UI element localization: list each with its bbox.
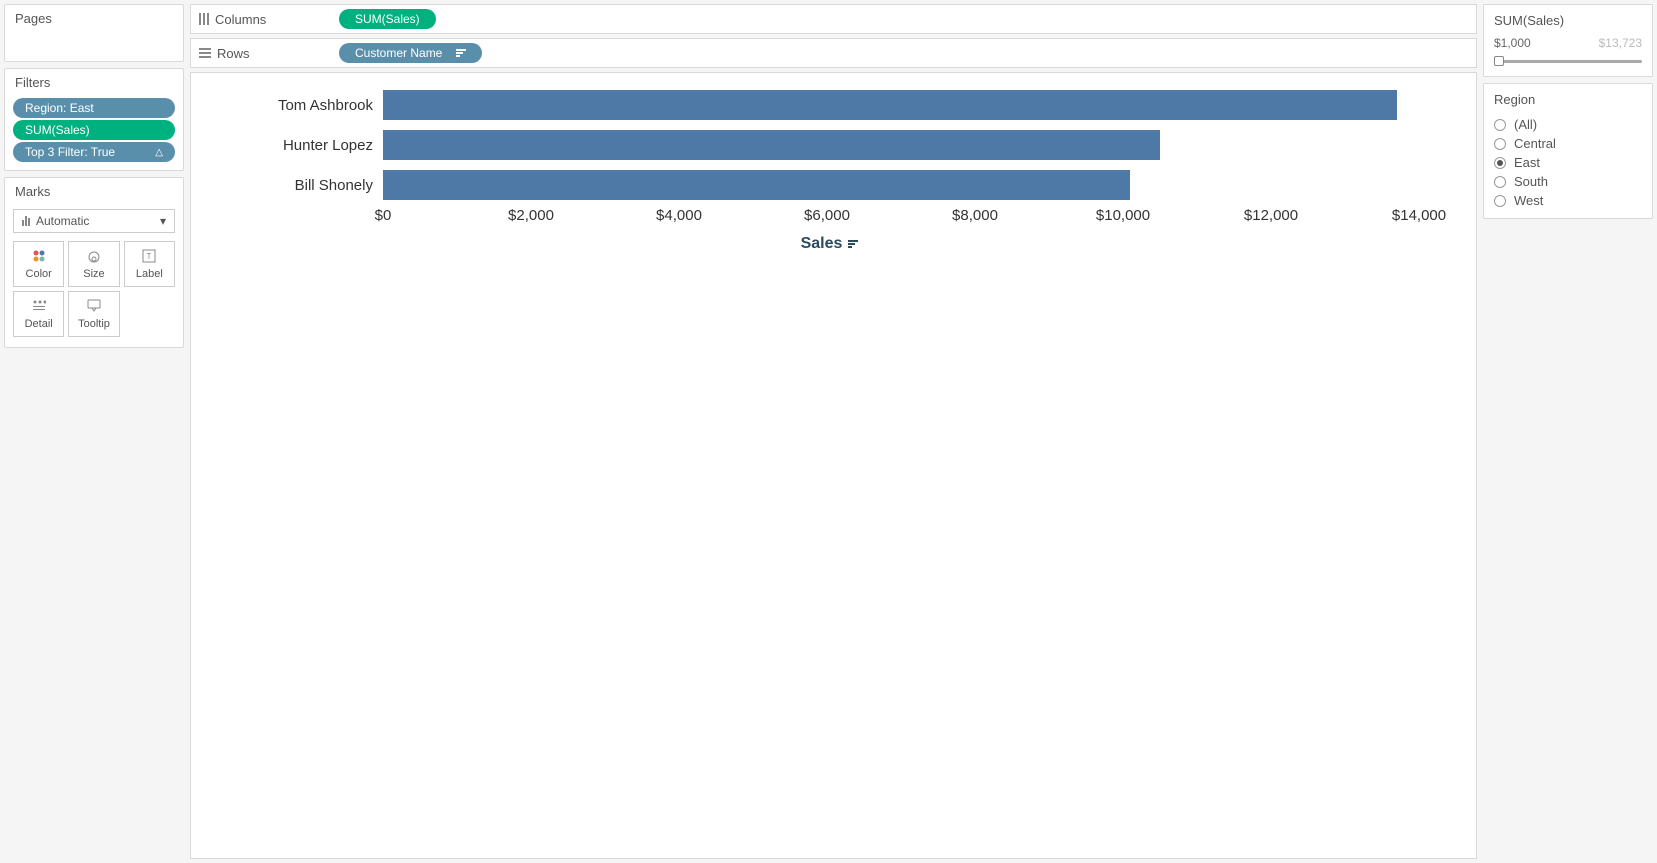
label-icon: T [142, 248, 156, 264]
warning-icon: △ [155, 147, 163, 158]
sum-sales-filter-card: SUM(Sales) $1,000 $13,723 [1483, 4, 1653, 77]
marks-type-label: Automatic [36, 214, 89, 228]
filters-title: Filters [5, 69, 183, 96]
bar-chart-icon [22, 216, 30, 226]
marks-title: Marks [5, 178, 183, 205]
shelf-pill-label: SUM(Sales) [355, 12, 420, 26]
sort-desc-icon [848, 240, 858, 248]
filter-pill-top3[interactable]: Top 3 Filter: True △ [13, 142, 175, 162]
filter-pill-label: Region: East [25, 101, 94, 115]
region-option[interactable]: Central [1494, 134, 1642, 153]
bar-category-label: Bill Shonely [203, 177, 383, 194]
marks-btn-label: Label [136, 268, 163, 280]
region-option-label: (All) [1514, 117, 1537, 132]
slider-handle[interactable] [1494, 56, 1504, 66]
filters-shelf[interactable]: Filters Region: East SUM(Sales) Top 3 Fi… [4, 68, 184, 171]
chart-bar[interactable] [383, 170, 1130, 200]
marks-card: Marks Automatic ▾ Color [4, 177, 184, 348]
axis-tick-label: $0 [375, 207, 392, 224]
marks-label-button[interactable]: T Label [124, 241, 175, 287]
visualization-area[interactable]: Tom Ashbrook Hunter Lopez Bill Shonely $0 $… [190, 72, 1477, 859]
sort-desc-icon [456, 49, 466, 57]
filter-pill-label: SUM(Sales) [25, 123, 90, 137]
axis-tick-label: $12,000 [1244, 207, 1298, 224]
axis-tick-label: $14,000 [1392, 207, 1446, 224]
region-option-label: West [1514, 193, 1543, 208]
marks-type-select[interactable]: Automatic ▾ [13, 209, 175, 233]
slider-max-value: $13,723 [1599, 36, 1642, 50]
detail-icon [32, 298, 46, 314]
region-option-label: Central [1514, 136, 1556, 151]
axis-tick-label: $2,000 [508, 207, 554, 224]
radio-icon [1494, 195, 1506, 207]
bar-category-label: Hunter Lopez [203, 137, 383, 154]
region-option-label: East [1514, 155, 1540, 170]
bar-category-label: Tom Ashbrook [203, 97, 383, 114]
marks-btn-label: Detail [25, 318, 53, 330]
columns-label: Columns [215, 12, 266, 27]
region-option[interactable]: (All) [1494, 115, 1642, 134]
axis-tick-label: $4,000 [656, 207, 702, 224]
chart-bar[interactable] [383, 90, 1397, 120]
tooltip-icon [87, 298, 101, 314]
rows-shelf[interactable]: Rows Customer Name [190, 38, 1477, 68]
region-option[interactable]: South [1494, 172, 1642, 191]
region-option[interactable]: West [1494, 191, 1642, 210]
region-option-label: South [1514, 174, 1548, 189]
marks-btn-label: Color [26, 268, 52, 280]
columns-pill-sum-sales[interactable]: SUM(Sales) [339, 9, 436, 29]
region-filter-card: Region (All) Central East South West [1483, 83, 1653, 219]
marks-btn-label: Tooltip [78, 318, 110, 330]
pages-shelf[interactable]: Pages [4, 4, 184, 62]
x-axis-title[interactable]: Sales [203, 235, 1456, 253]
marks-size-button[interactable]: Size [68, 241, 119, 287]
chart-row: Hunter Lopez [203, 125, 1456, 165]
region-option[interactable]: East [1494, 153, 1642, 172]
sum-sales-slider[interactable] [1494, 54, 1642, 68]
radio-icon [1494, 157, 1506, 169]
filter-pill-sum-sales[interactable]: SUM(Sales) [13, 120, 175, 140]
sum-sales-filter-title: SUM(Sales) [1494, 13, 1642, 28]
svg-text:T: T [147, 252, 152, 261]
axis-tick-label: $10,000 [1096, 207, 1150, 224]
region-filter-title: Region [1494, 92, 1642, 107]
filter-pill-label: Top 3 Filter: True [25, 145, 115, 159]
chart-bar[interactable] [383, 130, 1160, 160]
marks-detail-button[interactable]: Detail [13, 291, 64, 337]
marks-tooltip-button[interactable]: Tooltip [68, 291, 119, 337]
marks-color-button[interactable]: Color [13, 241, 64, 287]
slider-min-value: $1,000 [1494, 36, 1531, 50]
marks-btn-label: Size [83, 268, 104, 280]
rows-label: Rows [217, 46, 250, 61]
radio-icon [1494, 138, 1506, 150]
size-icon [86, 248, 102, 264]
rows-pill-customer-name[interactable]: Customer Name [339, 43, 482, 63]
radio-icon [1494, 176, 1506, 188]
axis-tick-label: $8,000 [952, 207, 998, 224]
rows-icon [199, 48, 211, 58]
dropdown-icon: ▾ [160, 214, 166, 228]
columns-icon [199, 13, 209, 25]
filter-pill-region[interactable]: Region: East [13, 98, 175, 118]
shelf-pill-label: Customer Name [355, 46, 442, 60]
pages-title: Pages [5, 5, 183, 32]
columns-shelf[interactable]: Columns SUM(Sales) [190, 4, 1477, 34]
x-axis: $0$2,000$4,000$6,000$8,000$10,000$12,000… [383, 207, 1456, 227]
axis-tick-label: $6,000 [804, 207, 850, 224]
chart-row: Bill Shonely [203, 165, 1456, 205]
radio-icon [1494, 119, 1506, 131]
chart-row: Tom Ashbrook [203, 85, 1456, 125]
color-icon [32, 248, 46, 264]
